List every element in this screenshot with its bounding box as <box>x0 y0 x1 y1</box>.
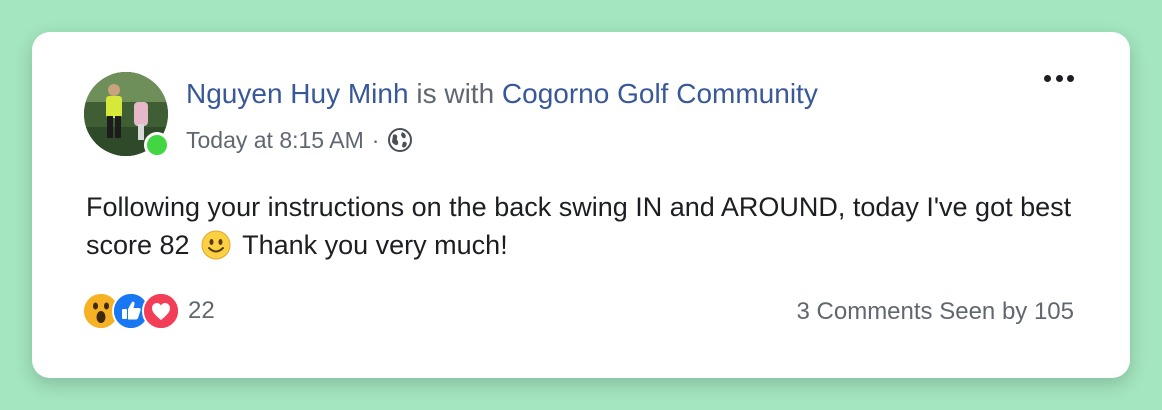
author-name-link[interactable]: Nguyen Huy Minh <box>186 78 409 109</box>
post-header: Nguyen Huy Minh is with Cogorno Golf Com… <box>186 76 818 112</box>
smiling-face-icon <box>201 230 231 260</box>
post-text-part-1: Following your instructions on the back … <box>86 192 1072 260</box>
post-card: Nguyen Huy Minh is with Cogorno Golf Com… <box>32 32 1130 378</box>
love-icon <box>142 292 180 330</box>
meta-separator: · <box>371 127 380 153</box>
post-text-part-2: Thank you very much! <box>242 230 508 260</box>
reactions-summary[interactable]: 22 <box>82 292 215 330</box>
post-body: Following your instructions on the back … <box>86 188 1086 264</box>
globe-icon[interactable] <box>387 127 413 153</box>
post-meta: Today at 8:15 AM · <box>186 124 413 156</box>
reaction-count[interactable]: 22 <box>188 297 215 325</box>
seen-by-count[interactable]: Seen by 105 <box>939 298 1074 325</box>
more-options-icon[interactable] <box>1044 72 1074 84</box>
group-name-link[interactable]: Cogorno Golf Community <box>502 78 818 109</box>
post-stats: 3 Comments Seen by 105 <box>797 298 1075 326</box>
post-timestamp-link[interactable]: Today at 8:15 AM <box>186 124 364 156</box>
with-label: is with <box>416 78 495 109</box>
comments-count-link[interactable]: 3 Comments <box>797 298 933 325</box>
online-status-dot <box>144 132 170 158</box>
